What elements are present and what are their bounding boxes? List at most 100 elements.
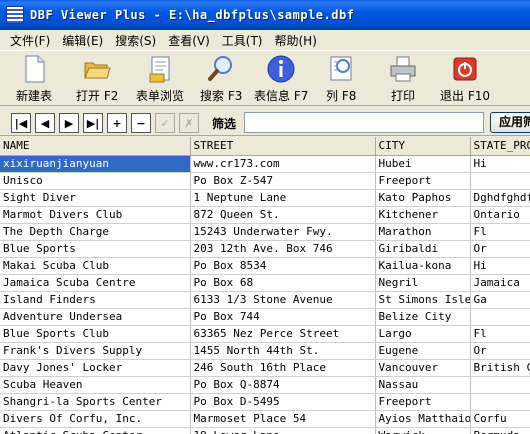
- table-cell[interactable]: Po Box 8534: [190, 257, 376, 275]
- table-cell[interactable]: Hi: [470, 155, 530, 173]
- delete-record-button[interactable]: −: [131, 113, 151, 133]
- table-cell[interactable]: 19 Lower Lane: [190, 427, 376, 434]
- table-cell[interactable]: St Simons Isle: [375, 291, 471, 309]
- table-cell[interactable]: 872 Queen St.: [190, 206, 376, 224]
- table-cell[interactable]: Po Box 744: [190, 308, 376, 326]
- table-cell[interactable]: [470, 308, 530, 326]
- table-row[interactable]: Island Finders 6133 1/3 Stone Avenue St Si…: [0, 291, 530, 309]
- table-row[interactable]: xixiruanjianyuan www.cr173.com Hubei Hi: [0, 155, 530, 173]
- table-row[interactable]: Atlantic Scuba Center19 Lower LaneWarwic…: [0, 427, 530, 434]
- table-cell[interactable]: Or: [470, 342, 530, 360]
- table-cell[interactable]: 15243 Underwater Fwy.: [190, 223, 376, 241]
- menu-edit[interactable]: 编辑(E): [56, 32, 109, 49]
- table-cell[interactable]: Ontario: [470, 206, 530, 224]
- new-table-button[interactable]: 新建表: [16, 54, 52, 104]
- table-cell[interactable]: Kitchener: [375, 206, 471, 224]
- table-cell[interactable]: Blue Sports Club: [0, 325, 191, 343]
- table-cell[interactable]: Scuba Heaven: [0, 376, 191, 394]
- table-cell[interactable]: Dghdfghdfg: [470, 189, 530, 207]
- table-row[interactable]: Blue Sports 203 12th Ave. Box 746 Giribald…: [0, 240, 530, 258]
- table-cell[interactable]: Unisco: [0, 172, 191, 190]
- table-cell[interactable]: British Co: [470, 359, 530, 377]
- apply-filter-button[interactable]: 应用筛: [490, 112, 530, 133]
- print-button[interactable]: 打印: [388, 54, 418, 104]
- table-cell[interactable]: Island Finders: [0, 291, 191, 309]
- table-cell[interactable]: Sight Diver: [0, 189, 191, 207]
- column-header-name[interactable]: NAME: [0, 137, 191, 156]
- table-cell[interactable]: Marathon: [375, 223, 471, 241]
- table-row[interactable]: Unisco Po Box Z-547 Freeport: [0, 172, 530, 190]
- column-header-street[interactable]: STREET: [190, 137, 376, 156]
- form-view-button[interactable]: 表单浏览: [136, 54, 184, 104]
- table-cell[interactable]: 246 South 16th Place: [190, 359, 376, 377]
- table-cell[interactable]: Freeport: [375, 172, 471, 190]
- table-cell[interactable]: www.cr173.com: [190, 155, 376, 173]
- table-cell[interactable]: Kailua-kona: [375, 257, 471, 275]
- table-cell[interactable]: Atlantic Scuba Center: [0, 427, 191, 434]
- menu-help[interactable]: 帮助(H): [269, 32, 323, 49]
- table-cell[interactable]: Makai Scuba Club: [0, 257, 191, 275]
- table-cell[interactable]: 6133 1/3 Stone Avenue: [190, 291, 376, 309]
- table-row[interactable]: Jamaica Scuba Centre Po Box 68 Negril Jamai…: [0, 274, 530, 292]
- table-cell[interactable]: Negril: [375, 274, 471, 292]
- search-button[interactable]: 搜索 F3: [200, 54, 242, 104]
- table-cell[interactable]: 63365 Nez Perce Street: [190, 325, 376, 343]
- table-cell[interactable]: Ga: [470, 291, 530, 309]
- menu-view[interactable]: 查看(V): [162, 32, 216, 49]
- table-cell[interactable]: Frank's Divers Supply: [0, 342, 191, 360]
- table-cell[interactable]: Freeport: [375, 393, 471, 411]
- table-cell[interactable]: [470, 393, 530, 411]
- table-cell[interactable]: Blue Sports: [0, 240, 191, 258]
- table-row[interactable]: The Depth Charge 15243 Underwater Fwy. Mar…: [0, 223, 530, 241]
- table-cell[interactable]: Corfu: [470, 410, 530, 428]
- table-cell[interactable]: [470, 376, 530, 394]
- table-row[interactable]: Shangri-la Sports Center Po Box D-5495 Fre…: [0, 393, 530, 411]
- table-cell[interactable]: Fl: [470, 223, 530, 241]
- next-record-button[interactable]: ▶: [59, 113, 79, 133]
- table-row[interactable]: Adventure Undersea Po Box 744 Belize City: [0, 308, 530, 326]
- table-cell[interactable]: Largo: [375, 325, 471, 343]
- table-row[interactable]: Scuba Heaven Po Box Q-8874 Nassau: [0, 376, 530, 394]
- table-cell[interactable]: xixiruanjianyuan: [0, 155, 191, 173]
- post-edit-button[interactable]: ✓: [155, 113, 175, 133]
- table-cell[interactable]: Belize City: [375, 308, 471, 326]
- table-cell[interactable]: Kato Paphos: [375, 189, 471, 207]
- columns-button[interactable]: 列 F8: [326, 54, 356, 104]
- table-cell[interactable]: Marmoset Place 54: [190, 410, 376, 428]
- add-record-button[interactable]: +: [107, 113, 127, 133]
- filter-input[interactable]: [244, 112, 484, 133]
- table-cell[interactable]: Nassau: [375, 376, 471, 394]
- table-row[interactable]: Frank's Divers Supply 1455 North 44th St.…: [0, 342, 530, 360]
- menu-file[interactable]: 文件(F): [4, 32, 56, 49]
- table-cell[interactable]: Ayios Matthaios: [375, 410, 471, 428]
- table-cell[interactable]: Jamaica Scuba Centre: [0, 274, 191, 292]
- table-cell[interactable]: Po Box Q-8874: [190, 376, 376, 394]
- open-button[interactable]: 打开 F2: [76, 54, 118, 104]
- table-cell[interactable]: Jamaica: [470, 274, 530, 292]
- table-cell[interactable]: Po Box Z-547: [190, 172, 376, 190]
- table-cell[interactable]: Warwick: [375, 427, 471, 434]
- table-cell[interactable]: Vancouver: [375, 359, 471, 377]
- last-record-button[interactable]: ▶|: [83, 113, 103, 133]
- table-cell[interactable]: Bermuda: [470, 427, 530, 434]
- column-header-state[interactable]: STATE_PROV: [470, 137, 530, 156]
- table-row[interactable]: Sight Diver 1 Neptune Lane Kato Paphos Dghd…: [0, 189, 530, 207]
- cancel-edit-button[interactable]: ✗: [179, 113, 199, 133]
- table-cell[interactable]: Giribaldi: [375, 240, 471, 258]
- table-cell[interactable]: Hubei: [375, 155, 471, 173]
- table-info-button[interactable]: 表信息 F7: [254, 54, 308, 104]
- column-header-city[interactable]: CITY: [375, 137, 471, 156]
- table-cell[interactable]: 1455 North 44th St.: [190, 342, 376, 360]
- table-row[interactable]: Makai Scuba Club Po Box 8534 Kailua-kona Hi: [0, 257, 530, 275]
- table-row[interactable]: Marmot Divers Club 872 Queen St. Kitchener…: [0, 206, 530, 224]
- exit-button[interactable]: 退出 F10: [440, 54, 490, 104]
- table-cell[interactable]: Adventure Undersea: [0, 308, 191, 326]
- table-cell[interactable]: Or: [470, 240, 530, 258]
- first-record-button[interactable]: |◀: [11, 113, 31, 133]
- table-cell[interactable]: Divers Of Corfu, Inc.: [0, 410, 191, 428]
- table-cell[interactable]: Marmot Divers Club: [0, 206, 191, 224]
- prev-record-button[interactable]: ◀: [35, 113, 55, 133]
- menu-tools[interactable]: 工具(T): [216, 32, 269, 49]
- table-cell[interactable]: Davy Jones' Locker: [0, 359, 191, 377]
- table-row[interactable]: Blue Sports Club 63365 Nez Perce Street La…: [0, 325, 530, 343]
